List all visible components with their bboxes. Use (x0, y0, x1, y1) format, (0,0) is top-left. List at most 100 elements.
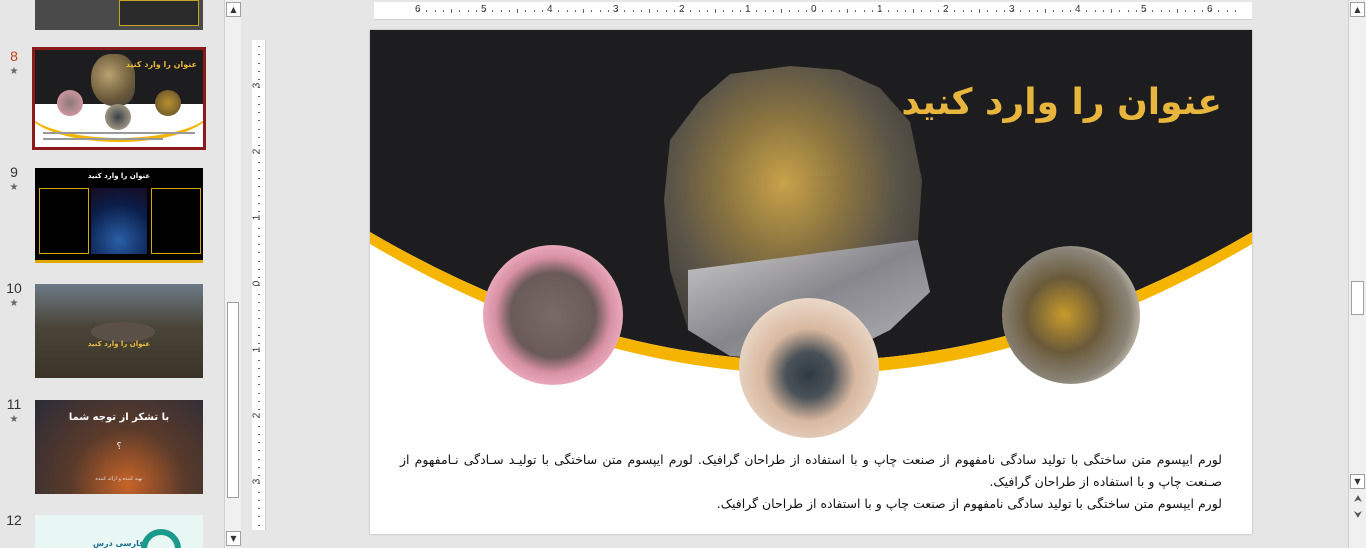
thumbnail-logo-icon (141, 529, 181, 548)
ruler-tick (258, 475, 260, 476)
ruler-tick (258, 525, 260, 526)
thumbnail-circle-image (155, 90, 181, 116)
ruler-tick (1037, 10, 1038, 12)
thumbnail-crater-image (91, 322, 155, 342)
ruler-label: 1 (251, 346, 263, 353)
scrollbar-thumb[interactable] (227, 302, 239, 498)
ruler-tick (822, 10, 823, 12)
ruler-tick (501, 10, 502, 12)
scroll-down-button[interactable]: ▼ (1350, 474, 1365, 489)
thumbnail-logo-text: فارسی درس (93, 539, 145, 548)
ruler-tick (690, 10, 691, 12)
ruler-tick (258, 244, 260, 245)
ruler-tick (550, 10, 551, 12)
ruler-tick (888, 10, 889, 12)
ruler-tick (258, 384, 260, 385)
thumbnail-title: با تشکر از توجه شما (68, 412, 170, 423)
ruler-tick (258, 63, 260, 64)
ruler-tick (258, 302, 260, 303)
scroll-up-button[interactable]: ▲ (1350, 2, 1365, 17)
thumbnail-text-box (119, 0, 199, 26)
ruler-tick (1086, 10, 1087, 12)
slide-thumbnail-12[interactable]: فارسی درس (35, 515, 203, 548)
ruler-tick (258, 236, 260, 237)
ruler-tick (258, 219, 260, 220)
ruler-tick (905, 10, 906, 12)
next-slide-button[interactable]: ⮟ (1352, 510, 1364, 522)
ruler-tick (258, 79, 260, 80)
ruler-tick (258, 46, 260, 47)
slide-body-text[interactable]: لورم ایپسوم متن ساختگی با تولید سادگی نا… (400, 449, 1222, 515)
ruler-tick (258, 137, 260, 138)
ruler-tick (798, 10, 799, 12)
ruler-tick (641, 10, 642, 12)
ruler-tick (996, 10, 997, 12)
ruler-tick (987, 10, 988, 12)
ruler-tick (258, 417, 260, 418)
previous-slide-button[interactable]: ⮝ (1352, 494, 1364, 506)
slide-area-scrollbar[interactable]: ▲ ▼ ⮝ ⮟ (1348, 0, 1366, 548)
ruler-tick (258, 71, 260, 72)
ruler-label: 0 (251, 280, 263, 287)
ruler-tick (954, 10, 955, 12)
ruler-tick (258, 434, 260, 435)
ruler-label: 2 (251, 412, 263, 419)
ruler-tick (740, 10, 741, 12)
thumbnail-pane-scrollbar[interactable]: ▲ ▼ (224, 0, 241, 548)
horizontal-ruler[interactable]: 6543210123456 (374, 2, 1252, 20)
scroll-up-button[interactable]: ▲ (226, 2, 241, 17)
slide-thumbnail-11[interactable]: با تشکر از توجه شما ؟ تهیه کننده و ارائه… (35, 400, 203, 494)
slide-thumbnail-7[interactable] (35, 0, 203, 30)
ruler-tick (258, 335, 260, 336)
slide-editing-area: 6543210123456 3 2 1 0 1 2 3 (242, 0, 1348, 548)
slide-thumbnail-pane: 8 ★ عنوان را وارد کنید 9 ★ عنوان را وارد… (0, 0, 224, 548)
ruler-tick (1029, 10, 1030, 12)
ruler-tick (258, 178, 260, 179)
slide-thumbnail-10[interactable]: عنوان را وارد کنید (35, 284, 203, 378)
ruler-tick (258, 170, 260, 171)
ruler-tick (567, 10, 568, 12)
ruler-tick (575, 10, 576, 12)
meteorite-slice-circle-image[interactable] (1001, 245, 1141, 385)
slide-thumbnail-8[interactable]: عنوان را وارد کنید (32, 47, 206, 150)
slide-canvas[interactable]: عنوان را وارد کنید لورم ایپسوم متن ساختگ… (370, 30, 1252, 534)
ruler-tick (1004, 10, 1005, 12)
slide-thumbnail-9[interactable]: عنوان را وارد کنید (35, 168, 203, 263)
ruler-label: 3 (251, 478, 263, 485)
slide-number: 10 (6, 280, 22, 296)
ruler-tick (258, 409, 260, 410)
ruler-tick (897, 10, 898, 12)
ruler-tick (258, 261, 260, 262)
thumbnail-title: عنوان را وارد کنید (87, 172, 151, 180)
ruler-tick (1152, 10, 1153, 12)
scroll-down-button[interactable]: ▼ (226, 531, 241, 546)
ruler-tick (1177, 9, 1178, 13)
ruler-tick (963, 10, 964, 12)
ruler-tick (258, 426, 260, 427)
ruler-label: 1 (251, 214, 263, 221)
ruler-tick (517, 9, 518, 13)
ruler-tick (459, 10, 460, 12)
ruler-tick (608, 10, 609, 12)
ruler-tick (258, 442, 260, 443)
ruler-tick (938, 10, 939, 12)
thumbnail-caption: تهیه کننده و ارائه کننده (95, 476, 143, 482)
ruler-tick (1070, 10, 1071, 12)
ruler-tick (930, 10, 931, 12)
ruler-tick (847, 9, 848, 13)
ruler-tick (946, 10, 947, 12)
thumbnail-text-line (43, 138, 163, 140)
meteorite-pink-circle-image[interactable] (482, 244, 624, 386)
ruler-tick (707, 10, 708, 12)
ruler-tick (839, 10, 840, 12)
ruler-tick (1136, 10, 1137, 12)
slide-title[interactable]: عنوان را وارد کنید (901, 82, 1222, 123)
ruler-tick (1210, 10, 1211, 12)
ruler-tick (258, 162, 260, 163)
ruler-tick (258, 285, 260, 286)
ruler-tick (426, 10, 427, 12)
meteorite-hand-circle-image[interactable] (738, 297, 880, 439)
vertical-ruler[interactable]: 3 2 1 0 1 2 3 (251, 40, 266, 530)
scrollbar-thumb[interactable] (1351, 281, 1364, 315)
thumbnail-earth-image (91, 188, 147, 254)
